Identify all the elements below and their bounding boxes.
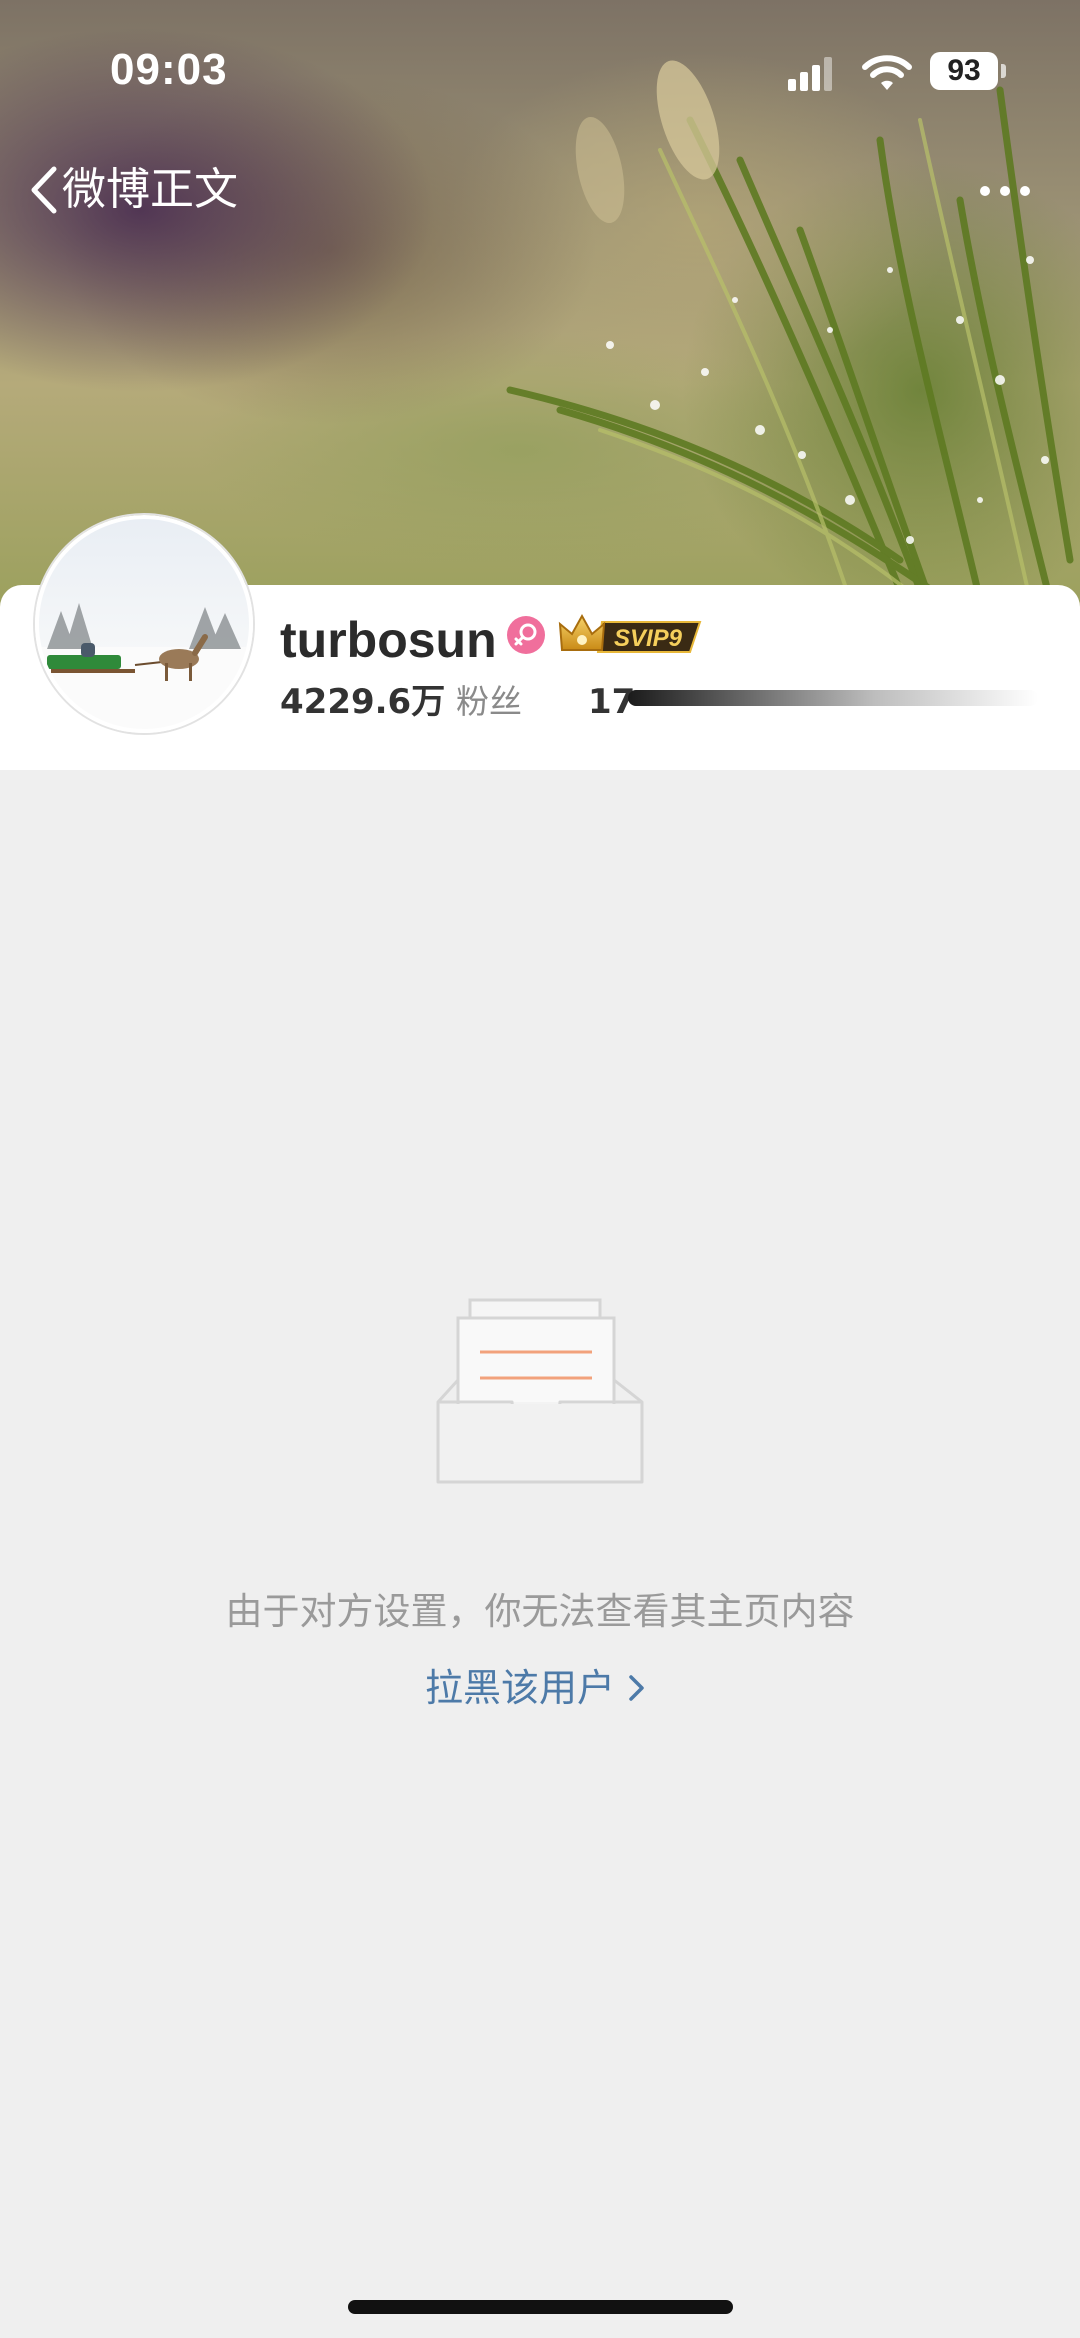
username: turbosun [280, 612, 497, 668]
female-icon [507, 616, 545, 654]
wifi-icon [862, 55, 912, 90]
status-bar: 09:03 93 [0, 0, 1080, 140]
chevron-right-icon [629, 1675, 644, 1701]
chevron-left-icon [31, 166, 57, 214]
block-user-link[interactable]: 拉黑该用户 [425, 1660, 647, 1716]
back-label: 微博正文 [62, 164, 238, 215]
battery-level: 93 [930, 52, 998, 90]
back-button[interactable]: 微博正文 [28, 160, 238, 220]
status-time: 09:03 [110, 45, 228, 94]
redacted-area [628, 690, 1038, 706]
more-dots-icon[interactable] [970, 166, 1040, 216]
avatar-sleigh-image [39, 603, 249, 729]
battery-indicator: 93 [930, 52, 1006, 92]
empty-inbox-icon [436, 1298, 644, 1484]
cellular-signal-icon [788, 57, 832, 91]
avatar[interactable] [35, 515, 253, 733]
fans-label[interactable]: 粉丝 [456, 677, 522, 727]
empty-state-message: 由于对方设置，你无法查看其主页内容 [225, 1590, 855, 1633]
svip-badge-label: SVIP9 [614, 625, 683, 652]
svip-badge-icon[interactable]: SVIP9 [558, 610, 706, 660]
block-user-label: 拉黑该用户 [425, 1666, 616, 1710]
home-indicator[interactable] [348, 2300, 733, 2314]
battery-cap [1001, 64, 1006, 78]
fans-count[interactable]: 4229.6万 [280, 677, 445, 727]
